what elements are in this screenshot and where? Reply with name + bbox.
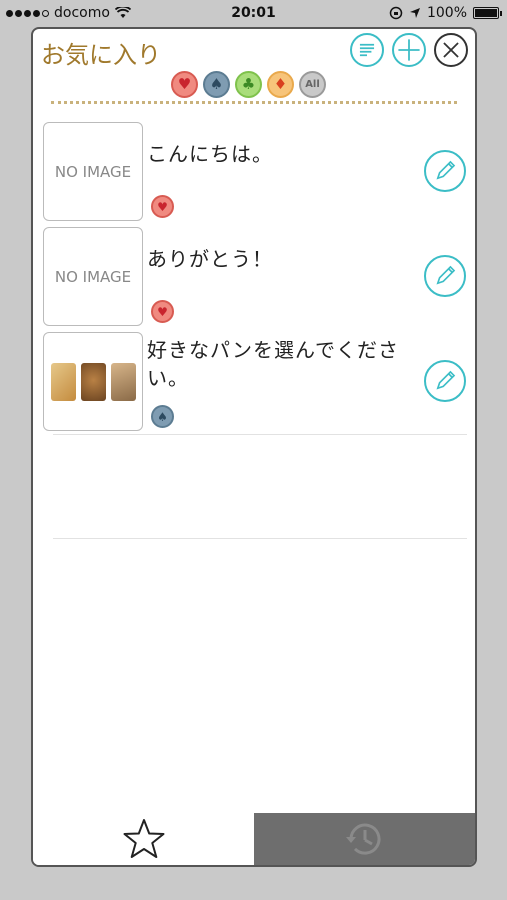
item-text: ありがとう！ [147, 247, 273, 271]
heart-badge-icon: ♥ [151, 195, 174, 218]
add-button[interactable] [392, 33, 426, 67]
edit-button[interactable] [424, 360, 466, 402]
edit-button[interactable] [424, 150, 466, 192]
item-text: 好きなパンを選んでください。 [147, 338, 399, 390]
rotation-lock-icon [389, 6, 403, 20]
pencil-icon [436, 160, 456, 180]
filter-diamond-icon[interactable]: ♦ [267, 71, 294, 98]
suit-filter-bar: ♥ ♠ ♣ ♦ All [171, 71, 326, 98]
plus-icon [398, 39, 420, 61]
bread-images [50, 362, 136, 401]
list-item[interactable]: 好きなパンを選んでください。 ♠ [33, 330, 475, 435]
filter-club-icon[interactable]: ♣ [235, 71, 262, 98]
filter-heart-icon[interactable]: ♥ [171, 71, 198, 98]
tab-favorites[interactable] [33, 813, 254, 865]
filter-spade-icon[interactable]: ♠ [203, 71, 230, 98]
close-icon [443, 42, 459, 58]
thumbnail-placeholder: NO IMAGE [43, 227, 143, 326]
battery-icon [473, 7, 502, 19]
edit-button[interactable] [424, 255, 466, 297]
battery-percent: 100% [426, 5, 467, 21]
page-title: お気に入り [41, 41, 161, 69]
tab-bar [33, 813, 475, 865]
location-arrow-icon [409, 8, 420, 18]
list-item[interactable]: NO IMAGE こんにちは。 ♥ [33, 120, 475, 225]
favorites-list: NO IMAGE こんにちは。 ♥ NO IMAGE ありがとう！ ♥ 好きなパ… [33, 120, 475, 539]
list-separator [53, 434, 467, 435]
heart-badge-icon: ♥ [151, 300, 174, 323]
history-clock-icon [345, 823, 380, 855]
filter-all-button[interactable]: All [299, 71, 326, 98]
header-divider [51, 101, 457, 104]
status-bar: docomo 20:01 100% [0, 0, 507, 28]
pencil-icon [436, 265, 456, 285]
bread-photo-thumbnail [43, 332, 143, 431]
item-text: こんにちは。 [147, 142, 273, 166]
tab-history[interactable] [254, 813, 475, 865]
list-item[interactable]: NO IMAGE ありがとう！ ♥ [33, 225, 475, 330]
list-separator [53, 538, 467, 539]
favorites-panel: お気に入り ♥ ♠ ♣ ♦ All NO IMAGE こんにちは。 ♥ NO I… [31, 27, 477, 867]
status-right: 100% [389, 5, 502, 21]
star-icon [123, 819, 164, 858]
sort-button[interactable] [350, 33, 384, 67]
close-button[interactable] [434, 33, 468, 67]
spade-badge-icon: ♠ [151, 405, 174, 428]
thumbnail-placeholder: NO IMAGE [43, 122, 143, 221]
pencil-icon [436, 370, 456, 390]
sort-lines-icon [359, 43, 375, 57]
